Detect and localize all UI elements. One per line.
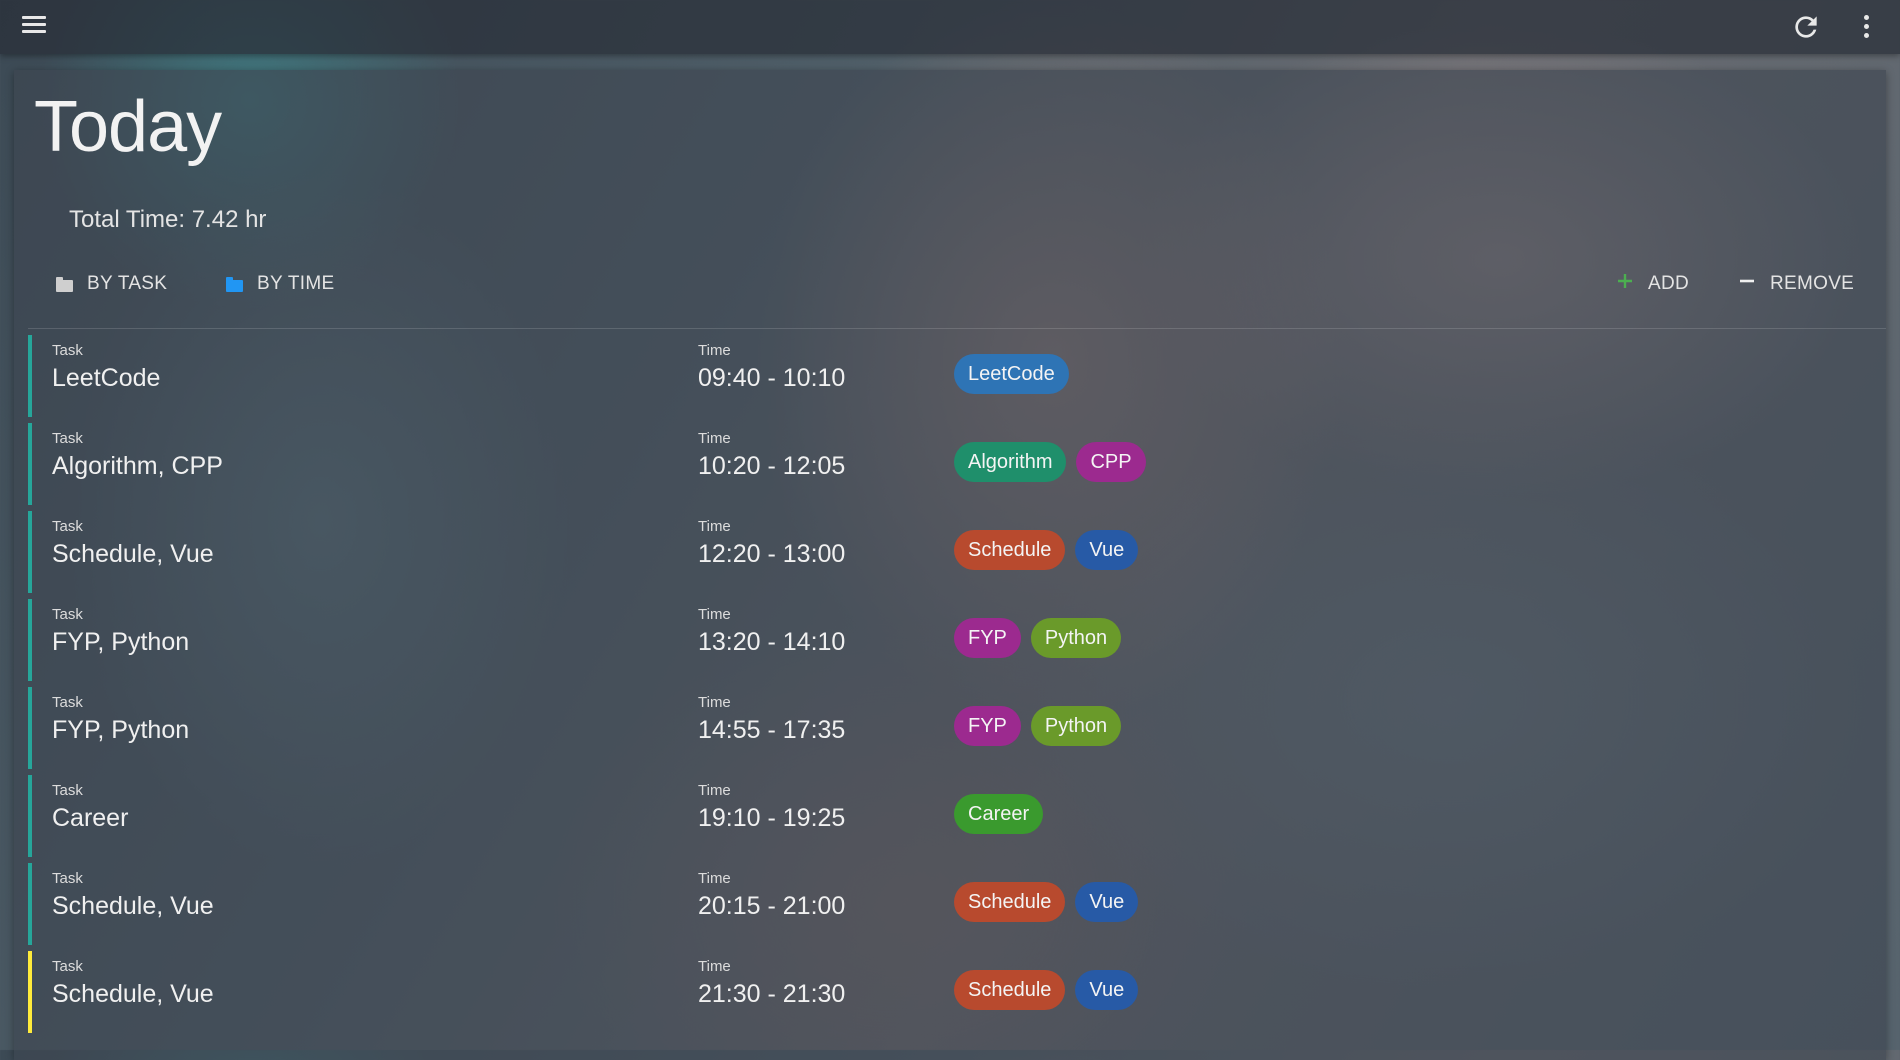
- time-label: Time: [698, 958, 731, 975]
- tag-chips: Schedule Vue: [954, 530, 1139, 570]
- task-row[interactable]: Task LeetCode Time 09:40 - 10:10 LeetCode: [28, 332, 1886, 420]
- tag-chips: Algorithm CPP: [954, 442, 1146, 482]
- task-label: Task: [52, 606, 83, 623]
- time-range: 14:55 - 17:35: [698, 716, 846, 744]
- tag-chip[interactable]: Vue: [1075, 530, 1139, 570]
- row-accent-bar: [28, 423, 32, 505]
- task-label: Task: [52, 430, 83, 447]
- tag-chip[interactable]: Schedule: [954, 530, 1066, 570]
- task-row[interactable]: Task Schedule, Vue Time 21:30 - 21:30 Schedu…: [28, 948, 1886, 1036]
- more-vert-icon[interactable]: [1854, 11, 1878, 43]
- row-accent-bar: [28, 511, 32, 593]
- page-title: Today: [34, 87, 222, 167]
- time-range: 20:15 - 21:00: [698, 892, 846, 920]
- time-label: Time: [698, 518, 731, 535]
- total-time: Total Time: 7.42 hr: [69, 206, 267, 233]
- tag-chip[interactable]: CPP: [1076, 442, 1146, 482]
- by-time-label: BY TIME: [257, 273, 335, 294]
- task-label: Task: [52, 958, 83, 975]
- time-range: 21:30 - 21:30: [698, 980, 846, 1008]
- by-task-label: BY TASK: [87, 273, 168, 294]
- tag-chip[interactable]: Vue: [1075, 970, 1139, 1010]
- tag-chip[interactable]: Career: [954, 794, 1044, 834]
- plus-icon: [1616, 272, 1634, 296]
- task-label: Task: [52, 518, 83, 535]
- tag-chips: Schedule Vue: [954, 882, 1139, 922]
- task-list: Task LeetCode Time 09:40 - 10:10 LeetCode Tas…: [28, 332, 1886, 1036]
- tag-chips: Career: [954, 794, 1044, 834]
- remove-button[interactable]: REMOVE: [1738, 266, 1854, 302]
- menu-icon[interactable]: [20, 13, 48, 41]
- task-label: Task: [52, 694, 83, 711]
- time-range: 10:20 - 12:05: [698, 452, 846, 480]
- minus-icon: [1738, 272, 1756, 296]
- by-time-button[interactable]: BY TIME: [226, 266, 334, 302]
- tag-chip[interactable]: Vue: [1075, 882, 1139, 922]
- task-name: Schedule, Vue: [52, 540, 214, 568]
- row-accent-bar: [28, 599, 32, 681]
- time-label: Time: [698, 870, 731, 887]
- refresh-icon[interactable]: [1790, 11, 1822, 43]
- folder-icon: [56, 276, 73, 292]
- folder-icon: [226, 276, 243, 292]
- time-label: Time: [698, 606, 731, 623]
- task-label: Task: [52, 870, 83, 887]
- task-row[interactable]: Task FYP, Python Time 13:20 - 14:10 FYP Pytho…: [28, 596, 1886, 684]
- time-range: 13:20 - 14:10: [698, 628, 846, 656]
- tag-chip[interactable]: Algorithm: [954, 442, 1067, 482]
- time-range: 12:20 - 13:00: [698, 540, 846, 568]
- time-label: Time: [698, 694, 731, 711]
- tag-chips: FYP Python: [954, 706, 1122, 746]
- divider: [28, 328, 1886, 329]
- task-row[interactable]: Task Schedule, Vue Time 20:15 - 21:00 Schedu…: [28, 860, 1886, 948]
- today-panel: Today Total Time: 7.42 hr BY TASK BY TIM…: [14, 70, 1886, 1060]
- tag-chip[interactable]: FYP: [954, 618, 1021, 658]
- row-accent-bar: [28, 687, 32, 769]
- task-label: Task: [52, 782, 83, 799]
- row-accent-bar: [28, 951, 32, 1033]
- task-name: Algorithm, CPP: [52, 452, 223, 480]
- time-range: 09:40 - 10:10: [698, 364, 846, 392]
- row-accent-bar: [28, 775, 32, 857]
- tag-chip[interactable]: LeetCode: [954, 354, 1069, 394]
- tag-chip[interactable]: Schedule: [954, 882, 1066, 922]
- tag-chips: Schedule Vue: [954, 970, 1139, 1010]
- row-accent-bar: [28, 335, 32, 417]
- time-label: Time: [698, 782, 731, 799]
- row-accent-bar: [28, 863, 32, 945]
- task-name: LeetCode: [52, 364, 161, 392]
- tag-chip[interactable]: FYP: [954, 706, 1021, 746]
- time-label: Time: [698, 430, 731, 447]
- task-name: Schedule, Vue: [52, 892, 214, 920]
- task-row[interactable]: Task Schedule, Vue Time 12:20 - 13:00 Schedu…: [28, 508, 1886, 596]
- time-range: 19:10 - 19:25: [698, 804, 846, 832]
- task-row[interactable]: Task FYP, Python Time 14:55 - 17:35 FYP Pytho…: [28, 684, 1886, 772]
- remove-label: REMOVE: [1770, 273, 1855, 294]
- time-label: Time: [698, 342, 731, 359]
- tag-chips: FYP Python: [954, 618, 1122, 658]
- tag-chip[interactable]: Python: [1030, 618, 1122, 658]
- add-label: ADD: [1648, 273, 1690, 294]
- tag-chip[interactable]: Python: [1030, 706, 1122, 746]
- task-name: Schedule, Vue: [52, 980, 214, 1008]
- add-button[interactable]: ADD: [1616, 266, 1689, 302]
- task-name: FYP, Python: [52, 628, 190, 656]
- by-task-button[interactable]: BY TASK: [56, 266, 167, 302]
- task-name: Career: [52, 804, 129, 832]
- task-name: FYP, Python: [52, 716, 190, 744]
- task-row[interactable]: Task Algorithm, CPP Time 10:20 - 12:05 Algor…: [28, 420, 1886, 508]
- tag-chips: LeetCode: [954, 354, 1069, 394]
- task-label: Task: [52, 342, 83, 359]
- task-row[interactable]: Task Career Time 19:10 - 19:25 Career: [28, 772, 1886, 860]
- tag-chip[interactable]: Schedule: [954, 970, 1066, 1010]
- app-bar: [0, 0, 1900, 54]
